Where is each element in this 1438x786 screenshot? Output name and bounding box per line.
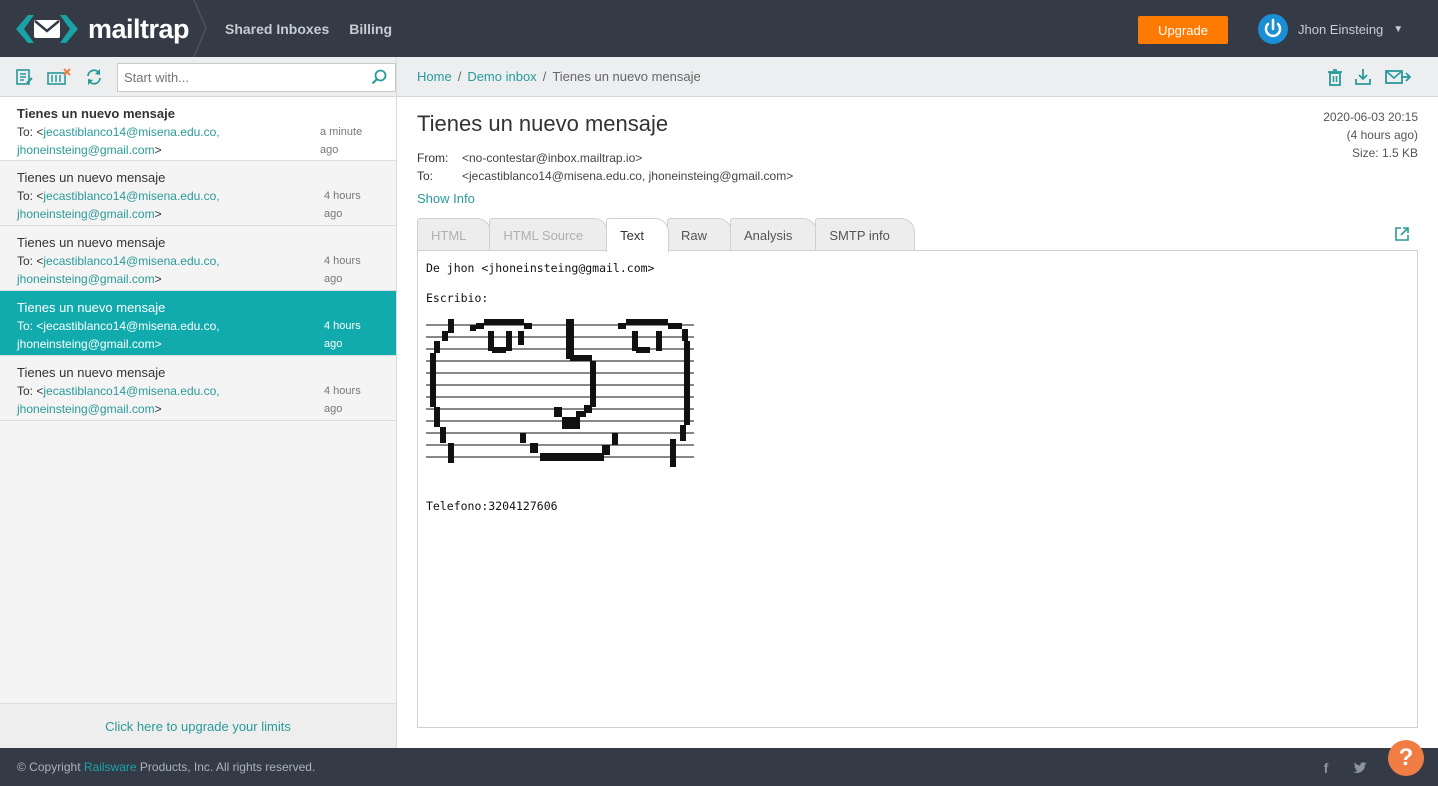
billing-link[interactable]: Billing (349, 21, 392, 37)
message-subject: Tienes un nuevo mensaje (17, 300, 166, 315)
railsware-link[interactable]: Railsware (84, 760, 137, 774)
forward-icon[interactable] (1384, 67, 1412, 87)
search-box (117, 63, 396, 92)
message-title: Tienes un nuevo mensaje (417, 111, 669, 136)
help-button[interactable]: ? (1388, 740, 1424, 776)
smiley-face-ascii-art (426, 319, 696, 474)
message-recipients: To: <jecastiblanco14@misena.edu.co, jhone… (17, 384, 220, 416)
edit-inbox-icon[interactable] (14, 67, 34, 87)
copyright: © Copyright Railsware Products, Inc. All… (17, 760, 316, 774)
message-tabs: HTML HTML Source Text Raw Analysis SMTP … (417, 218, 915, 252)
logo-separator (193, 0, 207, 57)
tab-smtp-info[interactable]: SMTP info (815, 218, 915, 251)
message-list: Tienes un nuevo mensaje To: <jecastiblan… (0, 97, 396, 421)
show-info-link[interactable]: Show Info (417, 191, 475, 206)
open-in-new-window-icon[interactable] (1394, 226, 1410, 242)
message-body: De jhon <jhoneinsteing@gmail.com> Escrib… (417, 250, 1418, 728)
message-date: 2020-06-03 20:15 (1323, 110, 1418, 124)
message-size: Size: 1.5 KB (1351, 146, 1418, 160)
twitter-icon[interactable] (1352, 760, 1368, 776)
user-name: Jhon Einsteing (1298, 21, 1384, 37)
mailtrap-logo-icon (16, 12, 78, 46)
message-subject: Tienes un nuevo mensaje (17, 170, 166, 185)
top-nav: Shared Inboxes Billing (225, 0, 392, 57)
refresh-icon[interactable] (84, 67, 104, 87)
trash-icon[interactable] (1325, 67, 1345, 87)
breadcrumb-home[interactable]: Home (417, 69, 452, 84)
upgrade-limits-link[interactable]: Click here to upgrade your limits (105, 719, 291, 734)
user-menu[interactable]: Jhon Einsteing ▼ (1258, 14, 1403, 44)
logo-text: mailtrap (88, 13, 190, 44)
inbox-sidebar: Tienes un nuevo mensaje To: <jecastiblan… (0, 57, 397, 748)
message-time: a minute ago (320, 126, 363, 156)
message-relative-time: (4 hours ago) (1346, 128, 1418, 142)
breadcrumb-current: Tienes un nuevo mensaje (552, 69, 701, 84)
search-input[interactable] (118, 64, 358, 91)
upgrade-limits-bar: Click here to upgrade your limits (0, 703, 396, 748)
power-icon (1259, 15, 1287, 43)
message-recipients: To: <jecastiblanco14@misena.edu.co, jhone… (17, 189, 220, 221)
tab-text[interactable]: Text (606, 218, 669, 252)
from-label: From: (417, 151, 449, 165)
message-time: 4 hours ago (324, 385, 361, 415)
message-item[interactable]: Tienes un nuevo mensaje To: <jecastiblan… (0, 356, 396, 421)
to-label: To: (417, 169, 434, 183)
message-meta: 2020-06-03 20:15 (4 hours ago) Size: 1.5… (1323, 108, 1418, 162)
breadcrumb: Home / Demo inbox / Tienes un nuevo mens… (417, 69, 701, 84)
search-icon[interactable] (371, 69, 387, 85)
body-text: De jhon <jhoneinsteing@gmail.com> Escrib… (426, 261, 655, 305)
body-phone: Telefono:3204127606 (426, 499, 558, 513)
message-item[interactable]: Tienes un nuevo mensaje To: <jecastiblan… (0, 161, 396, 226)
message-subject: Tienes un nuevo mensaje (17, 365, 166, 380)
chevron-down-icon: ▼ (1393, 23, 1404, 35)
user-avatar (1258, 14, 1288, 44)
facebook-icon[interactable]: f (1318, 760, 1334, 776)
clean-inbox-icon[interactable] (47, 67, 71, 87)
download-icon[interactable] (1353, 67, 1373, 87)
from-value: <no-contestar@inbox.mailtrap.io> (462, 151, 643, 165)
message-recipients: To: <jecastiblanco14@misena.edu.co, jhone… (17, 319, 220, 351)
tab-analysis[interactable]: Analysis (729, 218, 818, 251)
message-subject: Tienes un nuevo mensaje (17, 106, 175, 121)
message-time: 4 hours ago (324, 255, 361, 285)
breadcrumb-inbox[interactable]: Demo inbox (467, 69, 536, 84)
message-toolbar: Home / Demo inbox / Tienes un nuevo mens… (397, 57, 1438, 97)
message-item-selected[interactable]: Tienes un nuevo mensaje To: <jecastiblan… (0, 291, 396, 356)
top-bar: mailtrap Shared Inboxes Billing Upgrade … (0, 0, 1438, 57)
breadcrumb-separator: / (457, 69, 462, 84)
footer: © Copyright Railsware Products, Inc. All… (0, 748, 1438, 786)
mailtrap-logo[interactable]: mailtrap (16, 12, 190, 46)
message-recipients: To: <jecastiblanco14@misena.edu.co, jhone… (17, 125, 220, 157)
tab-raw[interactable]: Raw (666, 218, 732, 251)
message-recipients: To: <jecastiblanco14@misena.edu.co, jhone… (17, 254, 220, 286)
shared-inboxes-link[interactable]: Shared Inboxes (225, 21, 329, 37)
breadcrumb-separator: / (542, 69, 547, 84)
message-time: 4 hours ago (324, 190, 361, 220)
message-item[interactable]: Tienes un nuevo mensaje To: <jecastiblan… (0, 226, 396, 291)
to-row: To: <jecastiblanco14@misena.edu.co, jhon… (417, 169, 793, 183)
upgrade-button[interactable]: Upgrade (1138, 16, 1228, 44)
message-item[interactable]: Tienes un nuevo mensaje To: <jecastiblan… (0, 97, 396, 161)
from-row: From: <no-contestar@inbox.mailtrap.io> (417, 151, 642, 165)
to-value: <jecastiblanco14@misena.edu.co, jhoneins… (462, 169, 794, 183)
tab-html-source[interactable]: HTML Source (489, 218, 609, 251)
message-time: 4 hours ago (324, 320, 361, 350)
message-subject: Tienes un nuevo mensaje (17, 235, 166, 250)
inbox-toolbar (0, 57, 396, 97)
tab-html[interactable]: HTML (417, 218, 492, 251)
